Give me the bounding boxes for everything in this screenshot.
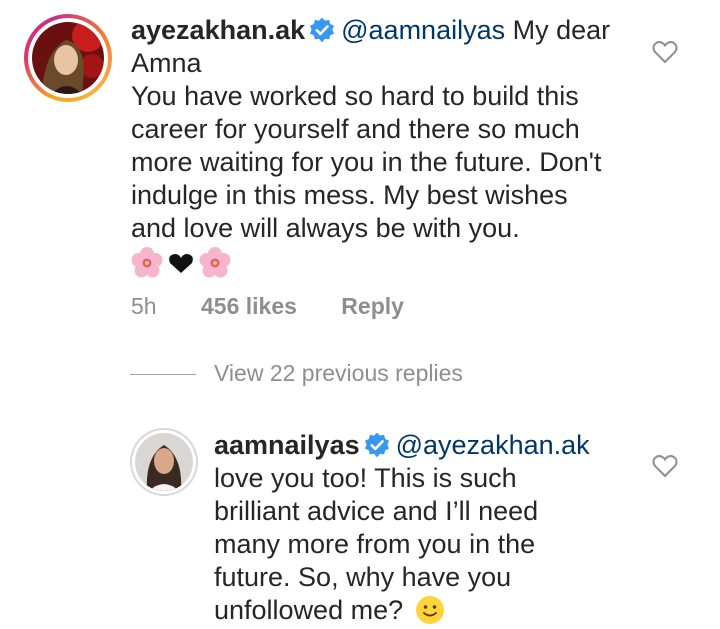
reply-line-2: brilliant advice and I’ll need [214, 496, 539, 526]
reply-line-5: unfollowed me? [214, 595, 404, 625]
smile-emoji [415, 596, 444, 624]
reply-body: aamnailyas @ayezakhan.ak love you too! Th… [214, 429, 634, 627]
comment-body: ayezakhan.ak @aamnailyas My dear Amna You… [131, 14, 631, 287]
comment-username[interactable]: ayezakhan.ak [131, 15, 305, 45]
comment-reply-button[interactable]: Reply [341, 293, 404, 319]
like-comment-heart-icon[interactable] [652, 40, 678, 64]
comment-likes[interactable]: 456 likes [201, 293, 297, 319]
reply-line-4: future. So, why have you [214, 562, 512, 592]
comment-line-6: indulge in this mess. My best wishes [131, 180, 568, 210]
reply-line-1: love you too! This is such [214, 463, 517, 493]
avatar-ayezakhan[interactable] [24, 14, 112, 102]
view-previous-replies[interactable]: View 22 previous replies [130, 360, 463, 387]
profile-photo [135, 433, 193, 491]
reply-line-3: many more from you in the [214, 529, 536, 559]
avatar-aamnailyas[interactable] [130, 428, 198, 496]
comment-meta: 5h 456 likes Reply [131, 293, 404, 320]
comment-line-4: career for yourself and there so much [131, 114, 580, 144]
replies-divider [130, 374, 196, 376]
profile-photo [32, 22, 104, 94]
verified-badge-icon [364, 432, 389, 458]
comment-line-5: more waiting for you in the future. Don'… [131, 147, 602, 177]
reply-mention[interactable]: @ayezakhan.ak [396, 430, 590, 460]
comment-time: 5h [131, 293, 157, 319]
comment-line-3: You have worked so hard to build this [131, 81, 579, 111]
black-heart-emoji [169, 254, 193, 273]
reply-username[interactable]: aamnailyas [214, 430, 360, 460]
view-replies-label: View 22 previous replies [214, 360, 463, 386]
like-reply-heart-icon[interactable] [652, 454, 678, 478]
comment-line-7: and love will always be with you. [131, 213, 520, 243]
cherry-blossom-emoji [199, 247, 231, 278]
verified-badge-icon [310, 17, 335, 43]
comment-line-1: My dear [512, 15, 611, 45]
comment-mention[interactable]: @aamnailyas [341, 15, 505, 45]
cherry-blossom-emoji [131, 247, 163, 278]
emoji-row [131, 247, 231, 287]
comment-line-2: Amna [131, 48, 202, 78]
